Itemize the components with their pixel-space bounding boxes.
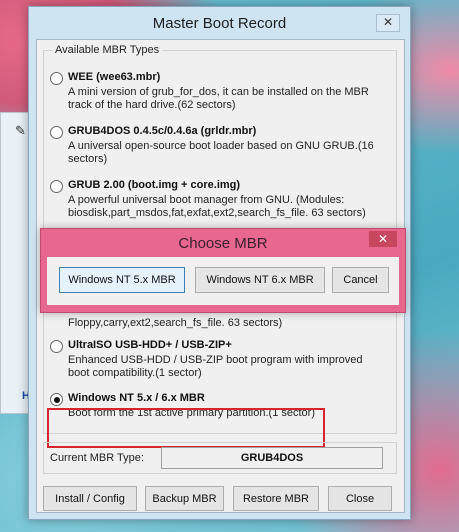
restore-mbr-button[interactable]: Restore MBR bbox=[233, 486, 319, 511]
option-name: GRUB4DOS 0.4.5c/0.4.6a (grldr.mbr) bbox=[68, 125, 257, 137]
option-name: WEE (wee63.mbr) bbox=[68, 71, 161, 83]
dialog-title: Master Boot Record bbox=[152, 15, 287, 32]
popup-close-icon[interactable]: ✕ bbox=[369, 231, 397, 247]
option-name: GRUB 2.00 (boot.img + core.img) bbox=[68, 179, 241, 191]
radio-button[interactable] bbox=[50, 340, 63, 353]
windows-nt5-mbr-button[interactable]: Windows NT 5.x MBR bbox=[59, 267, 185, 293]
cancel-button[interactable]: Cancel bbox=[332, 267, 389, 293]
popup-title: Choose MBR bbox=[178, 235, 268, 252]
choose-mbr-popup: Choose MBR ✕ Windows NT 5.x MBR Windows … bbox=[40, 228, 406, 313]
option-name: Windows NT 5.x / 6.x MBR bbox=[68, 392, 205, 404]
backup-mbr-button[interactable]: Backup MBR bbox=[145, 486, 224, 511]
radio-button[interactable] bbox=[50, 72, 63, 85]
option-description: A mini version of grub_for_dos, it can b… bbox=[68, 86, 369, 111]
close-button[interactable]: Close bbox=[328, 486, 392, 511]
current-mbr-value: GRUB4DOS bbox=[161, 447, 383, 469]
windows-nt6-mbr-button[interactable]: Windows NT 6.x MBR bbox=[195, 267, 325, 293]
option-name: UltraISO USB-HDD+ / USB-ZIP+ bbox=[68, 339, 232, 351]
mbr-types-caption: Available MBR Types bbox=[52, 44, 163, 56]
current-mbr-group: Current MBR Type: GRUB4DOS bbox=[43, 442, 397, 474]
radio-button[interactable] bbox=[50, 126, 63, 139]
partially-hidden-text: Floppy,carry,ext2,search_fs_file. 63 sec… bbox=[68, 317, 283, 329]
radio-button-selected[interactable] bbox=[50, 393, 63, 406]
dialog-close-icon[interactable]: ✕ bbox=[376, 14, 400, 32]
install-config-button[interactable]: Install / Config bbox=[43, 486, 137, 511]
pen-icon: ✎ bbox=[15, 123, 26, 138]
option-description: A universal open-source boot loader base… bbox=[68, 140, 374, 165]
current-mbr-label: Current MBR Type: bbox=[50, 452, 144, 464]
option-description: Enhanced USB-HDD / USB-ZIP boot program … bbox=[68, 354, 363, 379]
option-description: A powerful universal boot manager from G… bbox=[68, 194, 366, 219]
radio-button[interactable] bbox=[50, 180, 63, 193]
popup-client-area: Windows NT 5.x MBR Windows NT 6.x MBR Ca… bbox=[47, 257, 399, 305]
